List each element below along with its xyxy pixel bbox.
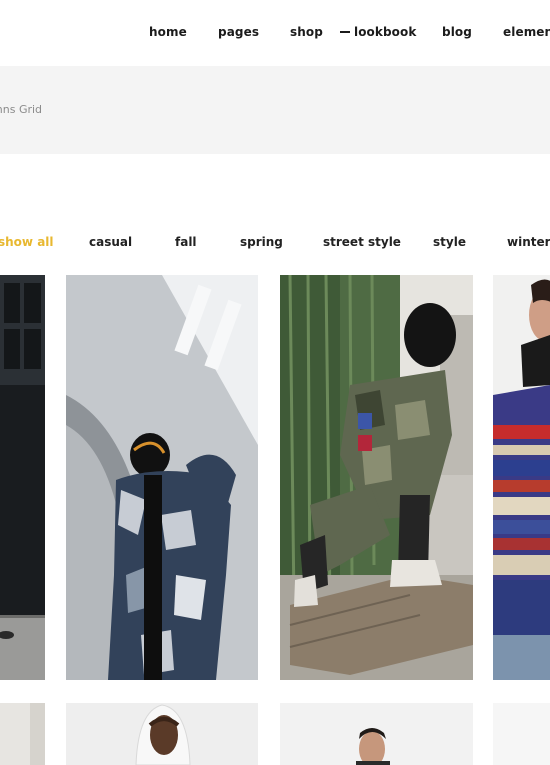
page-title: lumns Grid	[0, 103, 43, 116]
gallery-image	[0, 703, 45, 765]
gallery-item[interactable]	[493, 703, 550, 765]
gallery-image	[66, 275, 258, 680]
gallery-image	[280, 703, 473, 765]
active-dash-icon	[340, 30, 350, 33]
gallery-image	[493, 275, 550, 680]
portfolio-filters: show all casual fall spring street style…	[0, 235, 550, 255]
gallery-item[interactable]	[0, 703, 45, 765]
filter-show-all[interactable]: show all	[0, 235, 54, 249]
nav-item-blog[interactable]: blog	[442, 25, 472, 39]
gallery-item[interactable]	[493, 275, 550, 680]
nav-item-lookbook-label: lookbook	[354, 25, 417, 39]
filter-spring[interactable]: spring	[240, 235, 283, 249]
gallery-item[interactable]	[66, 703, 258, 765]
gallery-item[interactable]	[66, 275, 258, 680]
filter-fall[interactable]: fall	[175, 235, 197, 249]
gallery-item[interactable]	[280, 275, 473, 680]
gallery-image	[0, 275, 45, 680]
gallery-image	[66, 703, 258, 765]
nav-item-shop[interactable]: shop	[290, 25, 323, 39]
nav-item-home[interactable]: home	[149, 25, 187, 39]
gallery-image	[280, 275, 473, 680]
nav-item-lookbook[interactable]: lookbook	[340, 25, 416, 39]
filter-casual[interactable]: casual	[89, 235, 132, 249]
filter-winter[interactable]: winter	[507, 235, 550, 249]
filter-style[interactable]: style	[433, 235, 466, 249]
main-nav: home pages shop lookbook blog element	[0, 0, 550, 66]
gallery-item[interactable]	[0, 275, 45, 680]
gallery-item[interactable]	[280, 703, 473, 765]
title-band: lumns Grid	[0, 66, 550, 154]
nav-item-pages[interactable]: pages	[218, 25, 259, 39]
gallery-image	[493, 703, 550, 765]
filter-street-style[interactable]: street style	[323, 235, 401, 249]
nav-item-elements[interactable]: element	[503, 25, 550, 39]
